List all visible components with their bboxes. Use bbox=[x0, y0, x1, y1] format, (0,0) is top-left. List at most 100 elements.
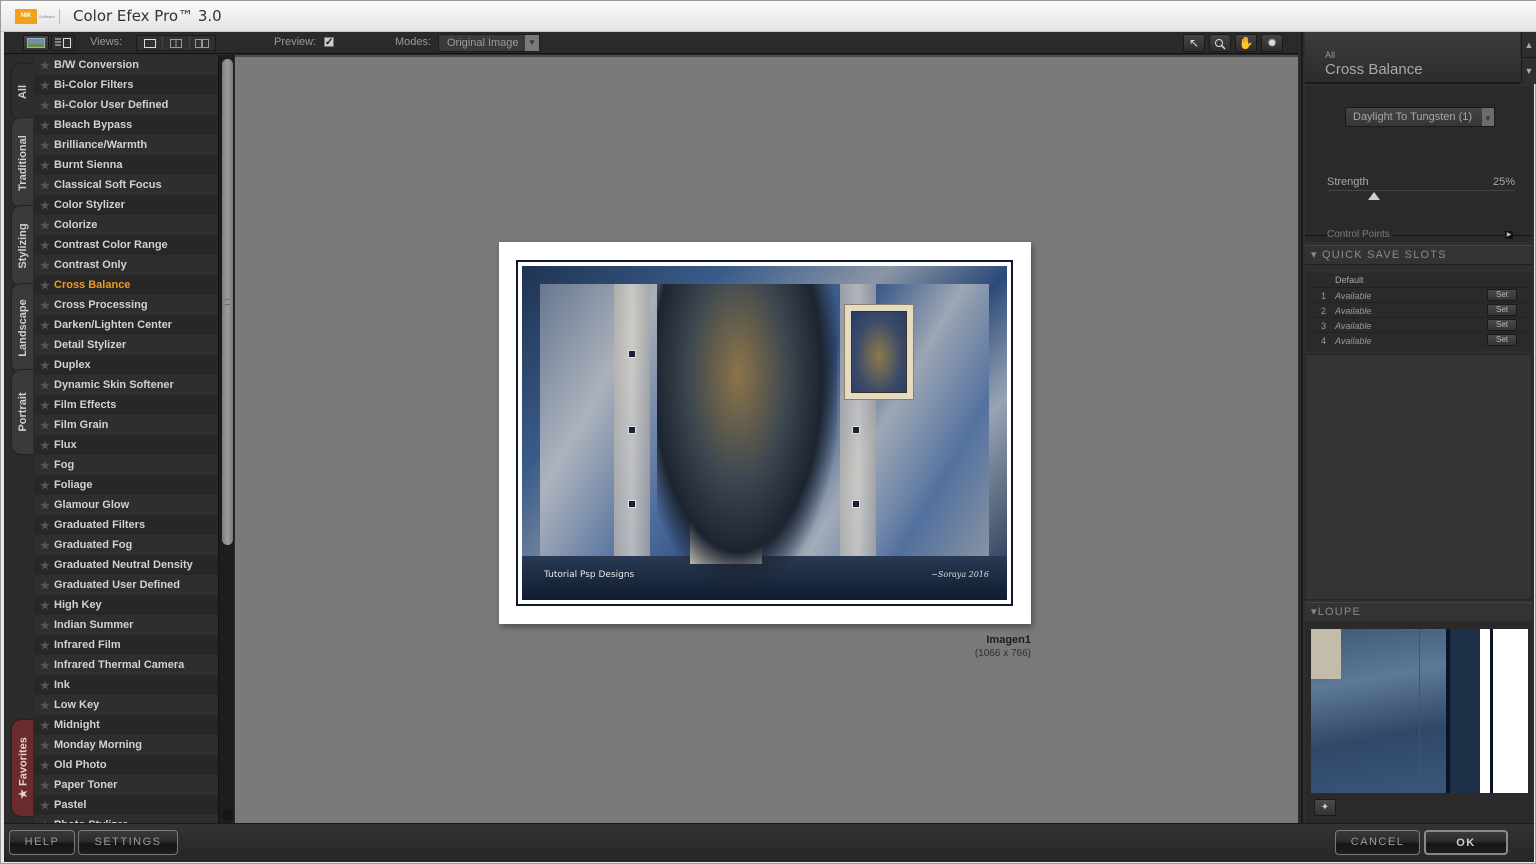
quick-save-slot[interactable]: 1 Available Set bbox=[1313, 287, 1528, 302]
favorite-star-icon[interactable]: ★ bbox=[40, 139, 54, 152]
preview-image[interactable]: Tutorial Psp Designs ~Soraya 2016 bbox=[499, 242, 1031, 624]
filter-item[interactable]: ★ Film Effects bbox=[34, 395, 218, 415]
cancel-button[interactable]: CANCEL bbox=[1335, 830, 1420, 855]
filter-item[interactable]: ★ Graduated Filters bbox=[34, 515, 218, 535]
tab-portrait[interactable]: Portrait bbox=[11, 369, 33, 455]
favorite-star-icon[interactable]: ★ bbox=[40, 339, 54, 352]
favorite-star-icon[interactable]: ★ bbox=[40, 399, 54, 412]
filter-item[interactable]: ★ Flux bbox=[34, 435, 218, 455]
favorite-star-icon[interactable]: ★ bbox=[40, 699, 54, 712]
favorite-star-icon[interactable]: ★ bbox=[40, 239, 54, 252]
filter-item[interactable]: ★ Graduated Fog bbox=[34, 535, 218, 555]
preview-checkbox[interactable]: ✓ bbox=[324, 37, 334, 48]
modes-dropdown[interactable]: Original Image ▼ bbox=[438, 34, 540, 52]
favorite-star-icon[interactable]: ★ bbox=[40, 439, 54, 452]
filter-item[interactable]: ★ Bleach Bypass bbox=[34, 115, 218, 135]
favorite-star-icon[interactable]: ★ bbox=[40, 679, 54, 692]
filter-item[interactable]: ★ Colorize bbox=[34, 215, 218, 235]
favorite-star-icon[interactable]: ★ bbox=[40, 179, 54, 192]
loupe-header[interactable]: ▾LOUPE bbox=[1305, 602, 1532, 622]
favorite-star-icon[interactable]: ★ bbox=[40, 579, 54, 592]
favorite-star-icon[interactable]: ★ bbox=[40, 219, 54, 232]
tab-all[interactable]: All bbox=[11, 63, 33, 121]
favorite-star-icon[interactable]: ★ bbox=[40, 599, 54, 612]
light-tool-button[interactable]: ✹ bbox=[1261, 34, 1283, 52]
filter-item[interactable]: ★ Color Stylizer bbox=[34, 195, 218, 215]
filter-item[interactable]: ★ Old Photo bbox=[34, 755, 218, 775]
favorite-star-icon[interactable]: ★ bbox=[40, 59, 54, 72]
favorite-star-icon[interactable]: ★ bbox=[40, 199, 54, 212]
favorite-star-icon[interactable]: ★ bbox=[40, 79, 54, 92]
favorite-star-icon[interactable]: ★ bbox=[40, 419, 54, 432]
favorite-star-icon[interactable]: ★ bbox=[40, 519, 54, 532]
favorite-star-icon[interactable]: ★ bbox=[40, 159, 54, 172]
favorite-star-icon[interactable]: ★ bbox=[40, 359, 54, 372]
view-split-button[interactable] bbox=[163, 36, 190, 50]
quick-save-slot[interactable]: 3 Available Set bbox=[1313, 317, 1528, 332]
filter-item[interactable]: ★ Classical Soft Focus bbox=[34, 175, 218, 195]
help-button[interactable]: HELP bbox=[9, 830, 75, 855]
favorite-star-icon[interactable]: ★ bbox=[40, 659, 54, 672]
favorite-star-icon[interactable]: ★ bbox=[40, 479, 54, 492]
filter-item[interactable]: ★ Dynamic Skin Softener bbox=[34, 375, 218, 395]
filter-item[interactable]: ★ Darken/Lighten Center bbox=[34, 315, 218, 335]
filter-item[interactable]: ★ Brilliance/Warmth bbox=[34, 135, 218, 155]
next-filter-button[interactable]: ▼ bbox=[1522, 58, 1536, 84]
favorite-star-icon[interactable]: ★ bbox=[40, 279, 54, 292]
filter-item[interactable]: ★ Indian Summer bbox=[34, 615, 218, 635]
filter-item[interactable]: ★ Graduated Neutral Density bbox=[34, 555, 218, 575]
tab-traditional[interactable]: Traditional bbox=[11, 117, 33, 209]
filter-item[interactable]: ★ Graduated User Defined bbox=[34, 575, 218, 595]
filter-item[interactable]: ★ Bi-Color User Defined bbox=[34, 95, 218, 115]
filter-item[interactable]: ★ Duplex bbox=[34, 355, 218, 375]
set-slot-button[interactable]: Set bbox=[1487, 319, 1517, 331]
strength-slider-thumb[interactable] bbox=[1368, 192, 1380, 200]
filter-item[interactable]: ★ Monday Morning bbox=[34, 735, 218, 755]
filter-item[interactable]: ★ Foliage bbox=[34, 475, 218, 495]
list-view-button[interactable] bbox=[51, 35, 75, 51]
tab-favorites[interactable]: ★ Favorites bbox=[11, 719, 33, 817]
view-single-button[interactable] bbox=[137, 36, 164, 50]
filter-item[interactable]: ★ Paper Toner bbox=[34, 775, 218, 795]
filter-item[interactable]: ★ Pastel bbox=[34, 795, 218, 815]
favorite-star-icon[interactable]: ★ bbox=[40, 319, 54, 332]
quick-save-header[interactable]: ▾ QUICK SAVE SLOTS bbox=[1305, 245, 1532, 265]
settings-button[interactable]: SETTINGS bbox=[78, 830, 178, 855]
method-dropdown[interactable]: Daylight To Tungsten (1) ▼ bbox=[1345, 107, 1495, 127]
filter-item[interactable]: ★ High Key bbox=[34, 595, 218, 615]
favorite-star-icon[interactable]: ★ bbox=[40, 539, 54, 552]
control-points-expand-button[interactable]: ▶ bbox=[1505, 231, 1513, 239]
favorite-star-icon[interactable]: ★ bbox=[40, 499, 54, 512]
filter-item[interactable]: ★ Infrared Thermal Camera bbox=[34, 655, 218, 675]
previous-filter-button[interactable]: ▲ bbox=[1522, 32, 1536, 58]
hand-tool-button[interactable]: ✋ bbox=[1235, 34, 1257, 52]
filter-item[interactable]: ★ Burnt Sienna bbox=[34, 155, 218, 175]
favorite-star-icon[interactable]: ★ bbox=[40, 639, 54, 652]
filter-item[interactable]: ★ Detail Stylizer bbox=[34, 335, 218, 355]
zoom-tool-button[interactable] bbox=[1209, 34, 1231, 52]
quick-save-slot[interactable]: 2 Available Set bbox=[1313, 302, 1528, 317]
loupe-view[interactable] bbox=[1311, 629, 1528, 793]
favorite-star-icon[interactable]: ★ bbox=[40, 459, 54, 472]
filter-item[interactable]: ★ Ink bbox=[34, 675, 218, 695]
filter-item[interactable]: ★ Midnight bbox=[34, 715, 218, 735]
filter-item[interactable]: ★ Cross Processing bbox=[34, 295, 218, 315]
filter-item[interactable]: ★ Film Grain bbox=[34, 415, 218, 435]
strength-slider[interactable] bbox=[1327, 190, 1515, 191]
set-slot-button[interactable]: Set bbox=[1487, 334, 1517, 346]
filter-list-scrollbar[interactable] bbox=[218, 55, 234, 823]
image-canvas[interactable]: Tutorial Psp Designs ~Soraya 2016 Imagen… bbox=[235, 55, 1298, 823]
filter-item[interactable]: ★ Bi-Color Filters bbox=[34, 75, 218, 95]
favorite-star-icon[interactable]: ★ bbox=[40, 799, 54, 812]
set-slot-button[interactable]: Set bbox=[1487, 289, 1517, 301]
tab-stylizing[interactable]: Stylizing bbox=[11, 205, 33, 287]
quick-save-slot[interactable]: 4 Available Set bbox=[1313, 332, 1528, 347]
favorite-star-icon[interactable]: ★ bbox=[40, 719, 54, 732]
slot-default[interactable]: Default bbox=[1335, 275, 1364, 285]
view-side-by-side-button[interactable] bbox=[190, 36, 215, 50]
ok-button[interactable]: OK bbox=[1424, 830, 1508, 855]
filter-item[interactable]: ★ Contrast Only bbox=[34, 255, 218, 275]
favorite-star-icon[interactable]: ★ bbox=[40, 299, 54, 312]
filter-item[interactable]: ★ Fog bbox=[34, 455, 218, 475]
favorite-star-icon[interactable]: ★ bbox=[40, 119, 54, 132]
